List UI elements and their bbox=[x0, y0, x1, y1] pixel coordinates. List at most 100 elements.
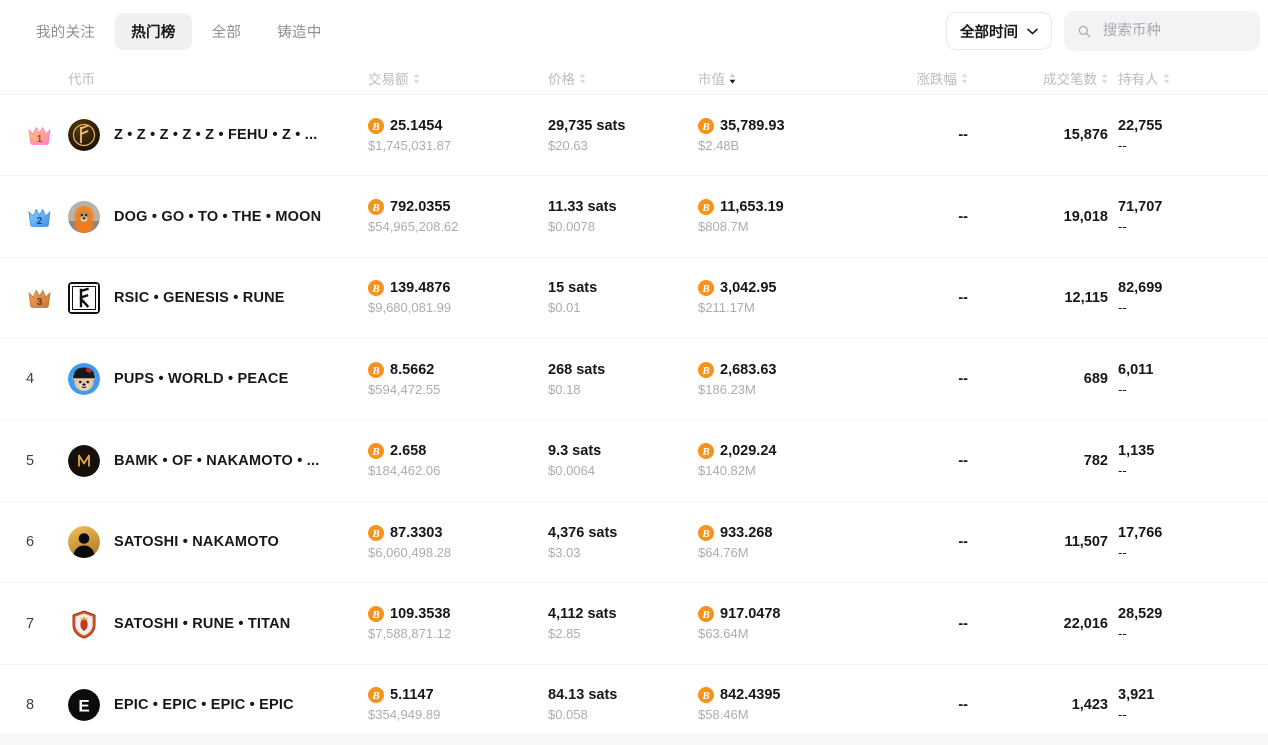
marketcap-btc: B 933.268 bbox=[698, 524, 858, 541]
table-row[interactable]: 7 SATOSHI • RUNE • TITAN B 109.3538 $7,5… bbox=[0, 583, 1268, 665]
price-cell: 4,376 sats $3.03 bbox=[548, 525, 698, 560]
price-cell: 9.3 sats $0.0064 bbox=[548, 443, 698, 478]
token-cell[interactable]: RSIC • GENESIS • RUNE bbox=[68, 281, 368, 314]
price-usd: $0.01 bbox=[548, 300, 581, 316]
token-cell[interactable]: E EPIC • EPIC • EPIC • EPIC bbox=[68, 688, 368, 721]
txcount-value: 1,423 bbox=[1071, 696, 1108, 713]
rank-cell: 1 bbox=[0, 123, 68, 147]
change-cell: -- bbox=[858, 289, 968, 307]
holders-value: 6,011 bbox=[1118, 361, 1154, 378]
svg-text:B: B bbox=[701, 691, 709, 703]
time-range-filter[interactable]: 全部时间 bbox=[946, 12, 1052, 50]
token-cell[interactable]: SATOSHI • NAKAMOTO bbox=[68, 526, 368, 559]
marketcap-btc: B 2,029.24 bbox=[698, 443, 858, 460]
volume-btc: B 25.1454 bbox=[368, 117, 548, 134]
token-cell[interactable]: SATOSHI • RUNE • TITAN bbox=[68, 607, 368, 640]
volume-usd: $54,965,208.62 bbox=[368, 219, 459, 235]
search-input[interactable] bbox=[1100, 22, 1246, 40]
table-row[interactable]: 4 PUPS • WORLD • PEACE B 8.5662 $594,472… bbox=[0, 339, 1268, 421]
price-cell: 4,112 sats $2.85 bbox=[548, 606, 698, 641]
marketcap-btc-value: 917.0478 bbox=[720, 606, 781, 623]
token-cell[interactable]: Z • Z • Z • Z • Z • FEHU • Z • ... bbox=[68, 119, 368, 152]
volume-cell: B 2.658 $184,462.06 bbox=[368, 443, 548, 478]
bottom-strip bbox=[0, 733, 1268, 745]
marketcap-btc-value: 2,029.24 bbox=[720, 443, 777, 460]
column-header-volume[interactable]: 交易额 bbox=[368, 68, 548, 88]
txcount-value: 15,876 bbox=[1063, 127, 1108, 144]
price-usd: $2.85 bbox=[548, 626, 581, 642]
txcount-value: 19,018 bbox=[1063, 208, 1108, 225]
table-row[interactable]: 2 DOG • GO • TO • THE • MOON B 792.0355 … bbox=[0, 176, 1268, 258]
change-cell: -- bbox=[858, 370, 968, 388]
table-row[interactable]: 6 SATOSHI • NAKAMOTO B 87.3303 $6,060,49… bbox=[0, 502, 1268, 584]
bitcoin-icon: B bbox=[368, 199, 384, 216]
column-header-price[interactable]: 价格 bbox=[548, 68, 698, 88]
volume-usd: $7,588,871.12 bbox=[368, 626, 452, 642]
token-name: RSIC • GENESIS • RUNE bbox=[114, 289, 285, 306]
titan-crest-avatar bbox=[68, 607, 100, 640]
marketcap-cell: B 3,042.95 $211.17M bbox=[698, 280, 858, 315]
bitcoin-icon: B bbox=[368, 524, 384, 541]
svg-text:B: B bbox=[371, 446, 379, 458]
marketcap-cell: B 2,683.63 $186.23M bbox=[698, 361, 858, 397]
holders-cell: 6,011 -- bbox=[1108, 362, 1218, 397]
marketcap-usd: $808.7M bbox=[698, 219, 749, 235]
marketcap-usd: $58.46M bbox=[698, 707, 749, 723]
volume-btc-value: 2.658 bbox=[390, 443, 427, 460]
volume-cell: B 8.5662 $594,472.55 bbox=[368, 361, 548, 397]
price-sats: 84.13 sats bbox=[548, 687, 618, 704]
volume-cell: B 139.4876 $9,680,081.99 bbox=[368, 280, 548, 315]
marketcap-btc-value: 933.268 bbox=[720, 524, 773, 541]
table-row[interactable]: 5 BAMK • OF • NAKAMOTO • ... B 2.658 $18… bbox=[0, 421, 1268, 502]
volume-btc-value: 87.3303 bbox=[390, 524, 443, 541]
table-row[interactable]: 1 Z • Z • Z • Z • Z • FEHU • Z • ... B 2… bbox=[0, 95, 1268, 177]
column-header-change[interactable]: 涨跌幅 bbox=[858, 68, 968, 88]
marketcap-btc: B 3,042.95 bbox=[698, 280, 858, 297]
change-cell: -- bbox=[858, 126, 968, 144]
change-value: -- bbox=[958, 452, 968, 469]
table-row[interactable]: 3 RSIC • GENESIS • RUNE B 139.4876 $9,68… bbox=[0, 258, 1268, 340]
marketcap-btc: B 842.4395 bbox=[698, 687, 858, 704]
marketcap-btc: B 2,683.63 bbox=[698, 361, 858, 378]
price-sats: 29,735 sats bbox=[548, 117, 626, 134]
svg-text:B: B bbox=[701, 528, 709, 540]
price-cell: 268 sats $0.18 bbox=[548, 362, 698, 397]
token-cell[interactable]: PUPS • WORLD • PEACE bbox=[68, 363, 368, 396]
marketcap-cell: B 933.268 $64.76M bbox=[698, 524, 858, 560]
column-header-marketcap[interactable]: 市值 bbox=[698, 68, 858, 88]
tab-4[interactable]: 铸造中 bbox=[261, 13, 337, 50]
token-cell[interactable]: DOG • GO • TO • THE • MOON bbox=[68, 200, 368, 233]
column-header-holders[interactable]: 持有人 bbox=[1108, 68, 1218, 88]
volume-usd: $6,060,498.28 bbox=[368, 544, 452, 560]
change-cell: -- bbox=[858, 533, 968, 551]
tab-1[interactable]: 我的关注 bbox=[20, 13, 111, 50]
sort-arrows-icon bbox=[1101, 72, 1108, 84]
holders-value: 1,135 bbox=[1118, 443, 1155, 460]
rank-cell: 5 bbox=[0, 453, 68, 469]
txcount-value: 12,115 bbox=[1064, 289, 1108, 306]
column-header-label: 涨跌幅 bbox=[916, 72, 958, 87]
holders-value: 28,529 bbox=[1118, 606, 1163, 623]
token-name: SATOSHI • NAKAMOTO bbox=[114, 534, 279, 551]
volume-usd: $354,949.89 bbox=[368, 707, 441, 723]
search-container[interactable] bbox=[1064, 11, 1260, 51]
svg-text:B: B bbox=[371, 365, 379, 377]
rank-number: 5 bbox=[26, 452, 35, 469]
tab-3[interactable]: 全部 bbox=[196, 13, 258, 50]
holders-value: 22,755 bbox=[1118, 117, 1163, 134]
svg-text:B: B bbox=[371, 528, 379, 540]
column-header-txcount[interactable]: 成交笔数 bbox=[968, 68, 1108, 88]
price-cell: 84.13 sats $0.058 bbox=[548, 687, 698, 722]
bitcoin-icon: B bbox=[698, 280, 714, 297]
svg-text:B: B bbox=[371, 691, 379, 703]
volume-cell: B 792.0355 $54,965,208.62 bbox=[368, 199, 548, 234]
tab-2[interactable]: 热门榜 bbox=[115, 12, 192, 50]
svg-text:1: 1 bbox=[37, 134, 43, 145]
svg-text:B: B bbox=[371, 121, 379, 133]
satoshi-silhouette-avatar bbox=[68, 526, 100, 559]
bitcoin-icon: B bbox=[698, 199, 714, 216]
volume-cell: B 109.3538 $7,588,871.12 bbox=[368, 606, 548, 641]
volume-cell: B 5.1147 $354,949.89 bbox=[368, 687, 548, 722]
token-cell[interactable]: BAMK • OF • NAKAMOTO • ... bbox=[68, 444, 368, 477]
svg-text:B: B bbox=[701, 609, 709, 621]
